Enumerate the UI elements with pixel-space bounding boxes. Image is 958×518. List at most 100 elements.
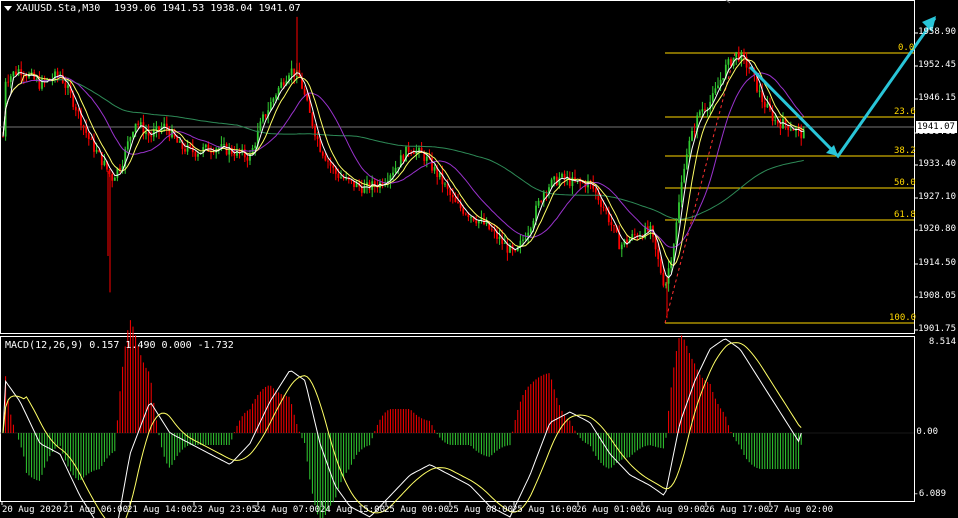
candle-body	[77, 110, 80, 112]
candle-body	[503, 242, 506, 244]
candle-body	[194, 152, 197, 157]
candle-body	[626, 239, 628, 244]
fib-level-label: 23.6	[894, 107, 916, 117]
candle-body	[514, 250, 517, 251]
candle-body	[337, 173, 340, 178]
candle-body	[147, 132, 150, 136]
candle-body	[779, 123, 782, 129]
fib-level-label: 50.0	[894, 178, 916, 188]
candle-body	[454, 197, 457, 203]
candle-body	[95, 150, 98, 152]
candle-body	[306, 94, 309, 101]
chart-menu-triangle-icon[interactable]	[4, 6, 12, 11]
price-tick: 1908.05	[918, 291, 956, 301]
macd-scale-tick: 0.00	[916, 427, 938, 437]
candle-body	[35, 78, 38, 80]
candle-body	[597, 192, 600, 201]
price-tick: 1958.90	[918, 27, 956, 37]
fib-level-label: 61.8	[894, 210, 916, 220]
fib-level-label: 38.2	[894, 146, 916, 156]
candle-body	[602, 206, 605, 208]
candle-body	[537, 200, 540, 206]
candle-body	[675, 222, 678, 245]
candle-body	[275, 95, 277, 99]
candle-body	[184, 148, 186, 152]
candle-body	[789, 129, 792, 131]
candle-body	[186, 144, 189, 152]
candle-body	[150, 135, 153, 137]
candle-body	[727, 59, 730, 65]
candle-body	[262, 114, 264, 122]
candle-body	[693, 131, 696, 132]
candle-body	[85, 126, 88, 133]
fib-level-label: 100.0	[889, 313, 917, 323]
candle-body	[639, 236, 641, 238]
candle-body	[561, 173, 563, 178]
time-tick: 24 Aug 15:00	[320, 505, 386, 515]
candle-body	[87, 132, 90, 140]
candle-body	[698, 111, 701, 116]
candle-body	[90, 139, 93, 140]
candle-body	[683, 168, 686, 183]
candle-body	[134, 123, 137, 132]
candle-body	[64, 82, 67, 88]
candle-body	[722, 78, 725, 80]
candle-body	[594, 188, 597, 193]
candle-body	[667, 268, 670, 284]
candle-body	[264, 114, 267, 117]
time-tick: 25 Aug 08:00	[448, 505, 514, 515]
time-tick: 21 Aug 14:00	[127, 505, 193, 515]
candle-body	[425, 156, 428, 161]
candle-body	[766, 103, 769, 108]
candle-body	[776, 120, 779, 124]
price-tick: 1920.80	[918, 224, 956, 234]
candle-body	[132, 131, 134, 138]
chart-window[interactable]: XAUUSD.Sta,M30 1939.06 1941.53 1938.04 1…	[0, 0, 958, 518]
candle-body	[2, 136, 4, 138]
time-tick: 21 Aug 06:00	[63, 505, 129, 515]
candle-body	[763, 102, 766, 108]
candle-body	[402, 155, 405, 162]
candle-body	[103, 161, 106, 166]
price-tick: 1914.50	[918, 258, 956, 268]
candle-body	[178, 141, 181, 143]
candle-body	[25, 76, 28, 78]
candle-body	[56, 71, 59, 76]
candle-body	[719, 79, 722, 86]
candle-body	[139, 122, 142, 125]
price-chart[interactable]	[0, 0, 958, 518]
candle-body	[490, 229, 493, 231]
candle-body	[792, 129, 795, 131]
candle-body	[620, 244, 623, 250]
time-tick: 25 Aug 00:00	[384, 505, 450, 515]
candle-body	[280, 82, 283, 88]
candle-body	[457, 202, 459, 203]
candle-body	[223, 144, 225, 145]
price-tick: 1933.40	[918, 159, 956, 169]
symbol-label: XAUUSD.Sta,M30	[16, 3, 101, 14]
candle-body	[610, 222, 613, 226]
candle-body	[340, 177, 342, 179]
candle-body	[332, 165, 335, 168]
candle-body	[394, 167, 397, 173]
candle-body	[462, 208, 465, 214]
candle-body	[704, 109, 706, 111]
time-tick: 24 Aug 07:00	[255, 505, 321, 515]
candle-body	[282, 82, 285, 86]
candle-body	[633, 234, 636, 235]
candle-body	[212, 152, 215, 153]
candle-body	[397, 167, 400, 169]
time-tick: 26 Aug 09:00	[640, 505, 706, 515]
candle-body	[316, 136, 319, 139]
candle-body	[782, 118, 784, 129]
candle-body	[540, 200, 543, 202]
ohlc-values: 1939.06 1941.53 1938.04 1941.07	[114, 3, 301, 14]
price-tick: 1901.75	[918, 324, 956, 334]
candle-body	[467, 214, 470, 218]
time-tick: 27 Aug 02:00	[768, 505, 834, 515]
current-price-label: 1941.07	[916, 121, 957, 133]
candle-body	[327, 160, 329, 162]
candle-body	[550, 179, 553, 188]
candle-body	[108, 169, 111, 174]
candle-body	[314, 126, 316, 137]
